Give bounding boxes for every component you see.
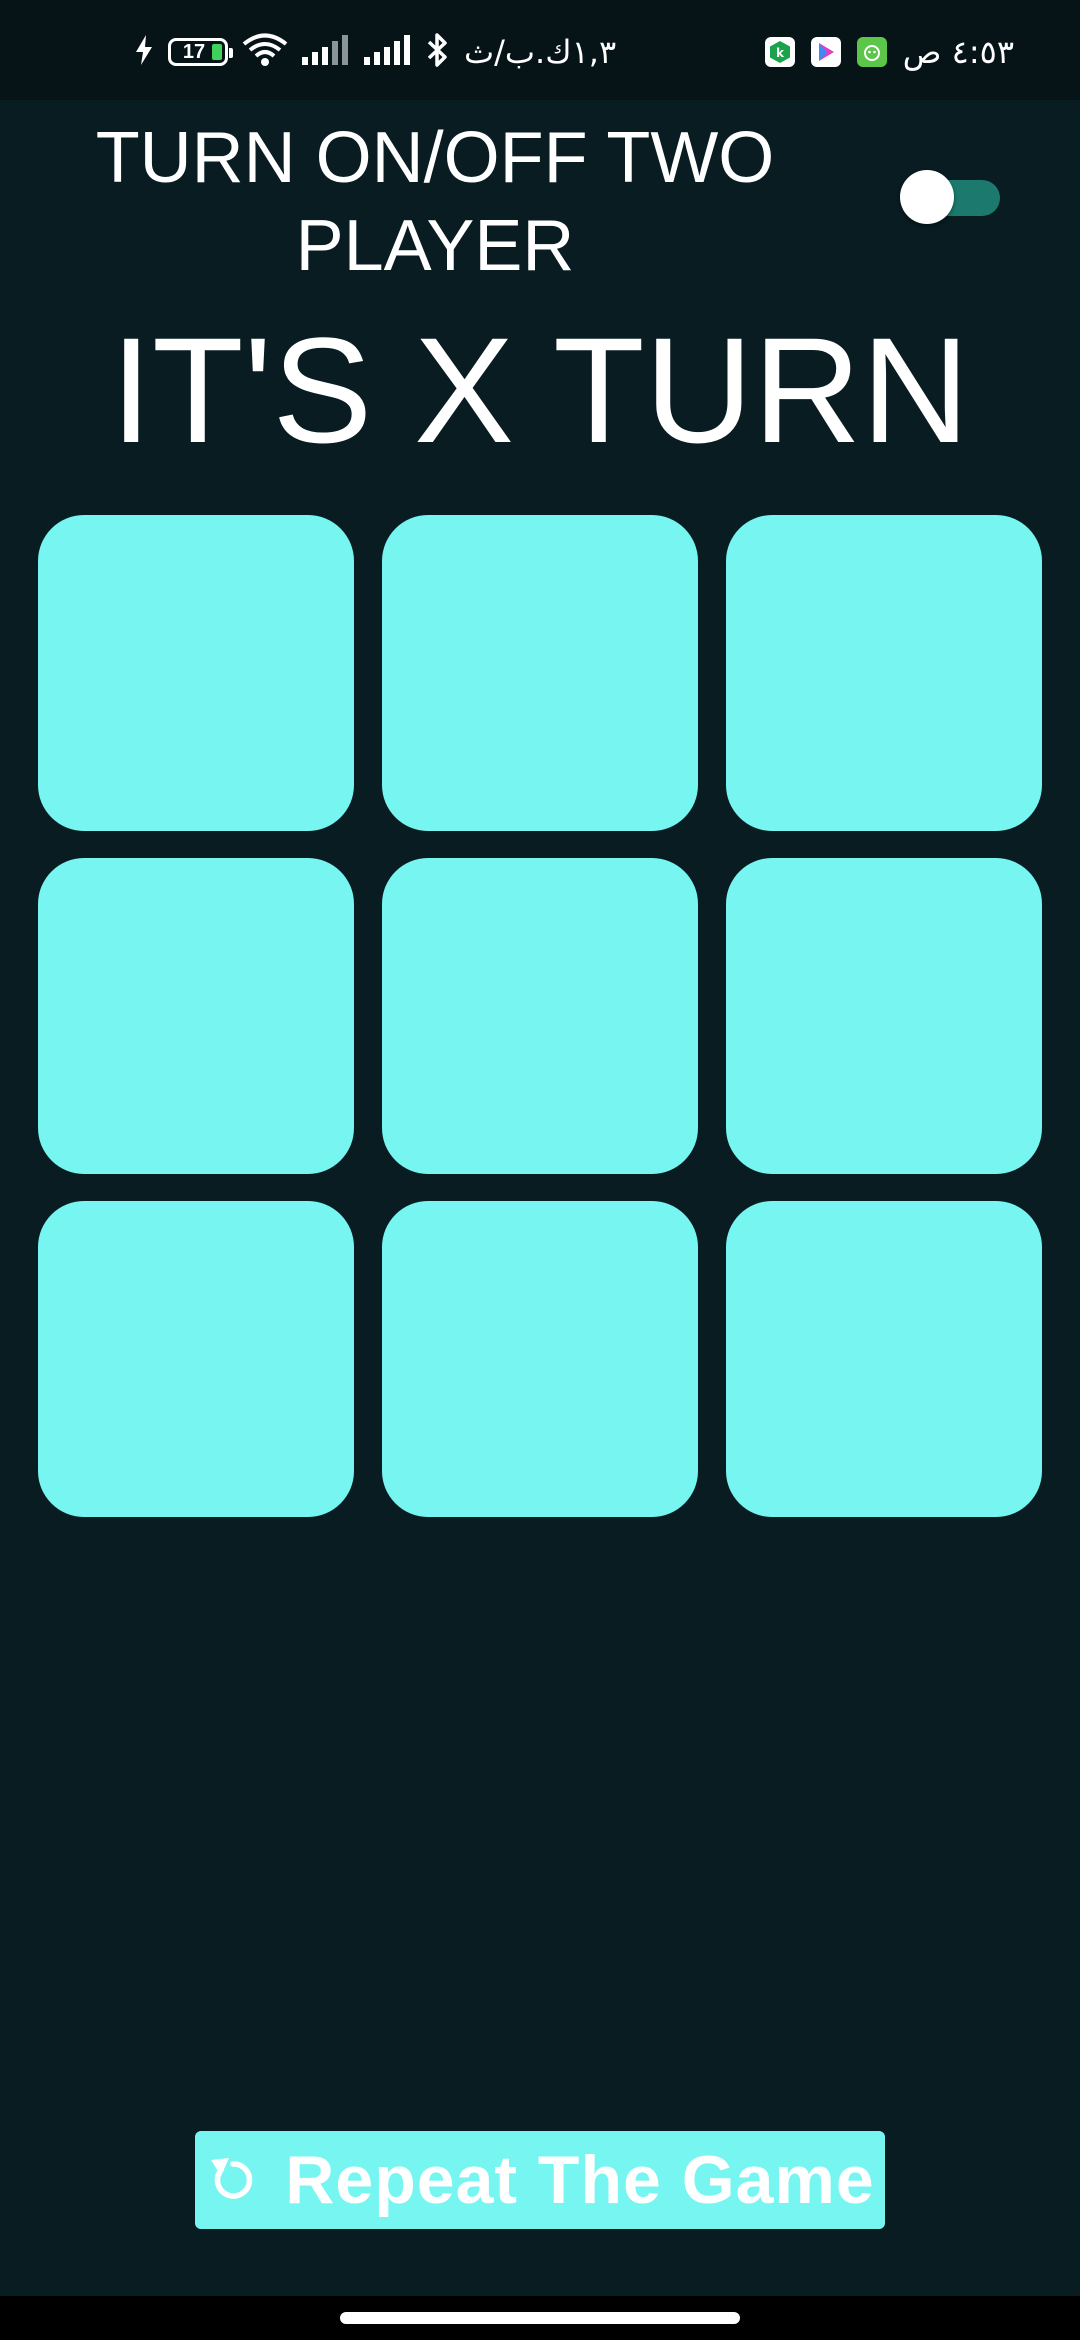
board-cell-9[interactable] [726, 1201, 1042, 1517]
battery-level: 17 [182, 40, 206, 63]
battery-fill [212, 44, 222, 60]
status-time: ٤:٥٣ ص [902, 33, 1014, 71]
home-indicator[interactable] [340, 2312, 740, 2324]
app-notification-icon: k [764, 37, 795, 67]
signal-icon [364, 34, 412, 70]
board-cell-5[interactable] [382, 858, 698, 1174]
board-cell-1[interactable] [38, 515, 354, 831]
two-player-toggle[interactable] [900, 170, 1000, 224]
repeat-game-button[interactable]: Repeat The Game [195, 2131, 885, 2229]
data-usage: ١,٣ك.ب/ث [464, 33, 617, 71]
navigation-bar [0, 2296, 1080, 2340]
board-cell-3[interactable] [726, 515, 1042, 831]
status-bar: 17 ١,٣ك.ب/ث k ٤:٥٣ ص [0, 0, 1080, 100]
two-player-label: TURN ON/OFF TWO PLAYER [95, 118, 775, 286]
board-cell-6[interactable] [726, 858, 1042, 1174]
signal-icon [302, 34, 350, 70]
screen: 17 ١,٣ك.ب/ث k ٤:٥٣ ص TURN ON/OFF TWO PLA… [0, 0, 1080, 2340]
board-cell-8[interactable] [382, 1201, 698, 1517]
charging-bolt-icon [134, 34, 154, 70]
app-notification-icon [856, 37, 887, 67]
status-bar-right: k ٤:٥٣ ص [764, 30, 1014, 74]
game-board [38, 515, 1042, 1517]
board-cell-2[interactable] [382, 515, 698, 831]
repeat-game-label: Repeat The Game [285, 2142, 875, 2218]
toggle-thumb [900, 170, 954, 224]
restart-icon [205, 2152, 261, 2208]
bluetooth-icon [426, 32, 450, 73]
svg-text:k: k [776, 46, 785, 60]
board-cell-7[interactable] [38, 1201, 354, 1517]
status-bar-left: 17 ١,٣ك.ب/ث [134, 30, 616, 74]
wifi-icon [242, 33, 288, 72]
board-cell-4[interactable] [38, 858, 354, 1174]
turn-label: IT'S X TURN [110, 306, 970, 474]
battery-icon: 17 [168, 38, 233, 66]
play-store-icon [810, 37, 841, 67]
